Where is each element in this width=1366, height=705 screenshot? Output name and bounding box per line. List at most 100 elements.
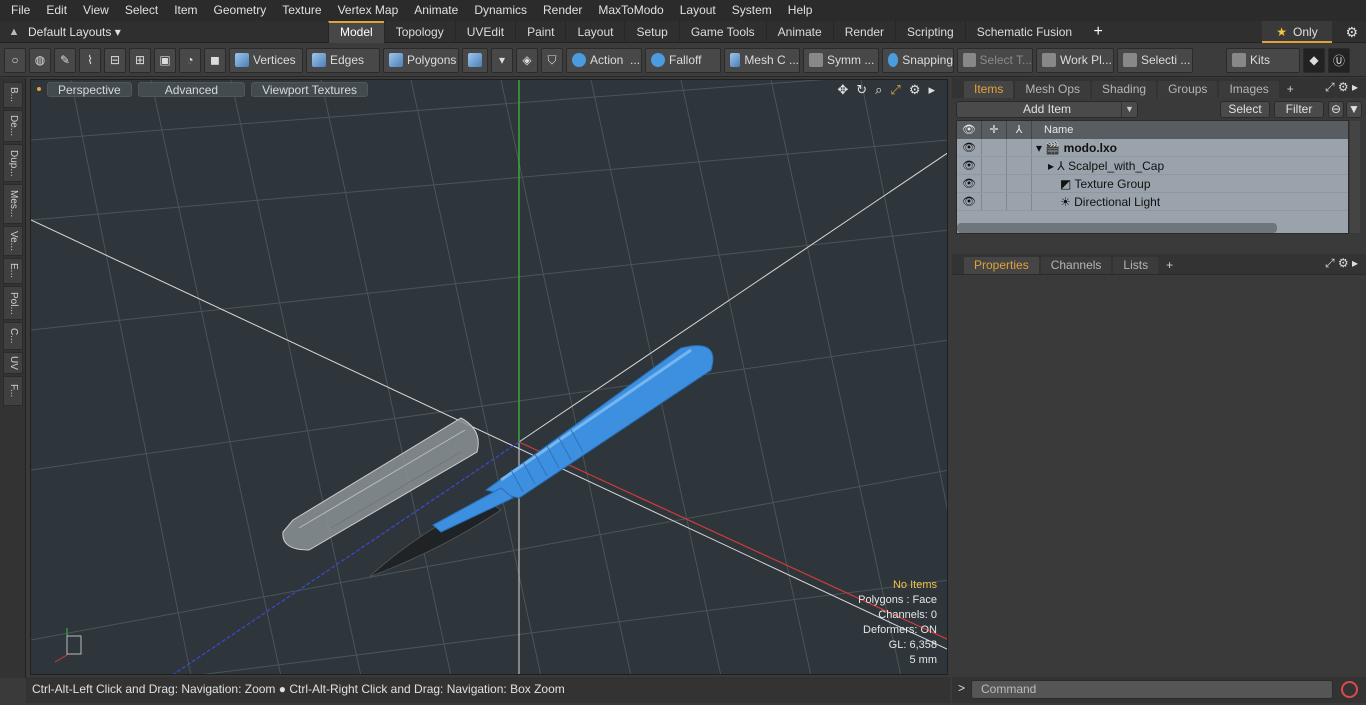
- add-props-tab-icon[interactable]: +: [1160, 257, 1179, 274]
- viewport-textures-button[interactable]: Viewport Textures: [251, 81, 369, 97]
- viewport-arrow-icon[interactable]: ▸: [928, 82, 935, 98]
- left-tab-vertex[interactable]: Ve...: [3, 226, 23, 256]
- tab-layout[interactable]: Layout: [565, 20, 624, 43]
- funnel-icon[interactable]: ▼: [1346, 100, 1362, 118]
- item-row-scalpel[interactable]: 👁 ▸ ⅄ Scalpel_with_Cap: [957, 157, 1348, 175]
- item-row-modo-lxo[interactable]: 👁 ▾ 🎬 modo.lxo: [957, 139, 1348, 157]
- item-row-texture-group[interactable]: 👁 ◩ Texture Group: [957, 175, 1348, 193]
- zoom-icon[interactable]: ⌕: [875, 82, 882, 98]
- left-tab-edge[interactable]: E...: [3, 258, 23, 284]
- menu-render[interactable]: Render: [535, 0, 590, 21]
- tab-paint[interactable]: Paint: [515, 20, 565, 43]
- menu-maxtomodo[interactable]: MaxToModo: [590, 0, 671, 21]
- add-tab-icon[interactable]: +: [1083, 21, 1113, 43]
- item-row-directional-light[interactable]: 👁 ☀ Directional Light: [957, 193, 1348, 211]
- select-button[interactable]: Select: [1220, 100, 1270, 118]
- menu-texture[interactable]: Texture: [274, 0, 329, 21]
- command-input[interactable]: Command: [971, 680, 1333, 699]
- tab-shading[interactable]: Shading: [1092, 81, 1157, 98]
- chevron-down-icon[interactable]: ▼: [1121, 101, 1137, 117]
- brush-icon[interactable]: ⌇: [79, 47, 101, 73]
- collapse-icon[interactable]: ▲: [0, 26, 28, 38]
- menu-item[interactable]: Item: [166, 0, 205, 21]
- filter-button[interactable]: Filter: [1274, 100, 1324, 118]
- eye-icon[interactable]: 👁: [957, 157, 982, 174]
- left-tab-fusion[interactable]: F...: [3, 376, 23, 406]
- menu-vertex-map[interactable]: Vertex Map: [330, 0, 407, 21]
- tab-items[interactable]: Items: [964, 81, 1014, 98]
- add-panel-tab-icon[interactable]: +: [1281, 81, 1300, 98]
- tab-schematic-fusion[interactable]: Schematic Fusion: [964, 20, 1083, 43]
- rotate-icon[interactable]: ◔: [179, 47, 201, 73]
- horizontal-scrollbar[interactable]: [957, 223, 1277, 233]
- menu-select[interactable]: Select: [117, 0, 166, 21]
- box-icon[interactable]: ▣: [154, 47, 176, 73]
- work-plane-button[interactable]: Work Pl...: [1036, 47, 1114, 73]
- unreal-icon[interactable]: Ⓤ: [1328, 47, 1350, 73]
- viewport-menu-dot[interactable]: [37, 87, 41, 91]
- menu-view[interactable]: View: [75, 0, 117, 21]
- 3d-viewport[interactable]: Perspective Advanced Viewport Textures ✥…: [30, 79, 948, 675]
- maximize-icon[interactable]: ⤢: [890, 82, 900, 98]
- tab-channels[interactable]: Channels: [1040, 257, 1112, 274]
- solid-icon[interactable]: ◼: [204, 47, 226, 73]
- advanced-button[interactable]: Advanced: [137, 81, 246, 97]
- menu-geometry[interactable]: Geometry: [206, 0, 275, 21]
- tab-setup[interactable]: Setup: [624, 20, 678, 43]
- orbit-icon[interactable]: ↻: [856, 82, 867, 98]
- eye-icon[interactable]: 👁: [957, 139, 982, 156]
- tab-render[interactable]: Render: [832, 20, 895, 43]
- action-center-button[interactable]: Action ...: [566, 47, 642, 73]
- tab-images[interactable]: Images: [1219, 81, 1279, 98]
- left-tab-curve[interactable]: C...: [3, 322, 23, 350]
- viewport-gear-icon[interactable]: ⚙: [909, 82, 921, 98]
- record-icon[interactable]: [1341, 681, 1358, 698]
- circle-select-icon[interactable]: ○: [4, 47, 26, 73]
- items-mode-icon[interactable]: [462, 47, 488, 73]
- left-tab-mesh[interactable]: Mes...: [3, 184, 23, 224]
- pan-icon[interactable]: ✥: [837, 82, 848, 98]
- unity-icon[interactable]: ◆: [1303, 47, 1325, 73]
- eye-icon[interactable]: 👁: [957, 193, 982, 210]
- eye-icon[interactable]: 👁: [957, 175, 982, 192]
- visibility-column-icon[interactable]: 👁: [957, 121, 982, 139]
- add-item-button[interactable]: Add Item ▼: [956, 100, 1138, 118]
- props-options-icon[interactable]: ⤢ ⚙ ▸: [1325, 256, 1358, 271]
- layout-selector[interactable]: Default Layouts ▾: [28, 25, 328, 39]
- center-icon[interactable]: ⊞: [129, 47, 151, 73]
- expand-arrow-icon[interactable]: ▾: [1036, 141, 1042, 155]
- snapping-button[interactable]: Snapping: [882, 47, 954, 73]
- tab-properties[interactable]: Properties: [964, 257, 1039, 274]
- menu-dynamics[interactable]: Dynamics: [466, 0, 535, 21]
- pen-icon[interactable]: ✎: [54, 47, 76, 73]
- edges-button[interactable]: Edges: [306, 47, 380, 73]
- only-toggle[interactable]: ★ Only: [1262, 21, 1332, 43]
- dropdown-icon[interactable]: ▾: [491, 47, 513, 73]
- shield-icon[interactable]: ⛉: [541, 47, 563, 73]
- tab-lists[interactable]: Lists: [1113, 257, 1159, 274]
- perspective-button[interactable]: Perspective: [47, 81, 132, 97]
- material-icon[interactable]: ◈: [516, 47, 538, 73]
- tab-topology[interactable]: Topology: [383, 20, 455, 43]
- selection-sets-button[interactable]: Selecti ...: [1117, 47, 1193, 73]
- menu-file[interactable]: File: [0, 0, 38, 21]
- menu-layout[interactable]: Layout: [672, 0, 724, 21]
- name-column-header[interactable]: Name: [1032, 121, 1073, 139]
- tab-game-tools[interactable]: Game Tools: [678, 20, 766, 43]
- align-icon[interactable]: ⊟: [104, 47, 126, 73]
- vertical-scrollbar[interactable]: [1350, 121, 1360, 233]
- collapse-list-icon[interactable]: ⊖: [1328, 100, 1344, 118]
- menu-help[interactable]: Help: [780, 0, 821, 21]
- type-column-icon[interactable]: ⅄: [1007, 121, 1032, 139]
- select-through-button[interactable]: Select T...: [957, 47, 1033, 73]
- menu-animate[interactable]: Animate: [406, 0, 466, 21]
- tab-scripting[interactable]: Scripting: [895, 20, 965, 43]
- tab-groups[interactable]: Groups: [1158, 81, 1218, 98]
- left-tab-deform[interactable]: De...: [3, 110, 23, 142]
- tab-animate[interactable]: Animate: [765, 20, 833, 43]
- vertices-button[interactable]: Vertices: [229, 47, 303, 73]
- expand-arrow-icon[interactable]: ▸: [1048, 159, 1054, 173]
- mesh-constraint-button[interactable]: Mesh C ...: [724, 47, 800, 73]
- falloff-button[interactable]: Falloff: [645, 47, 721, 73]
- polygons-button[interactable]: Polygons: [383, 47, 459, 73]
